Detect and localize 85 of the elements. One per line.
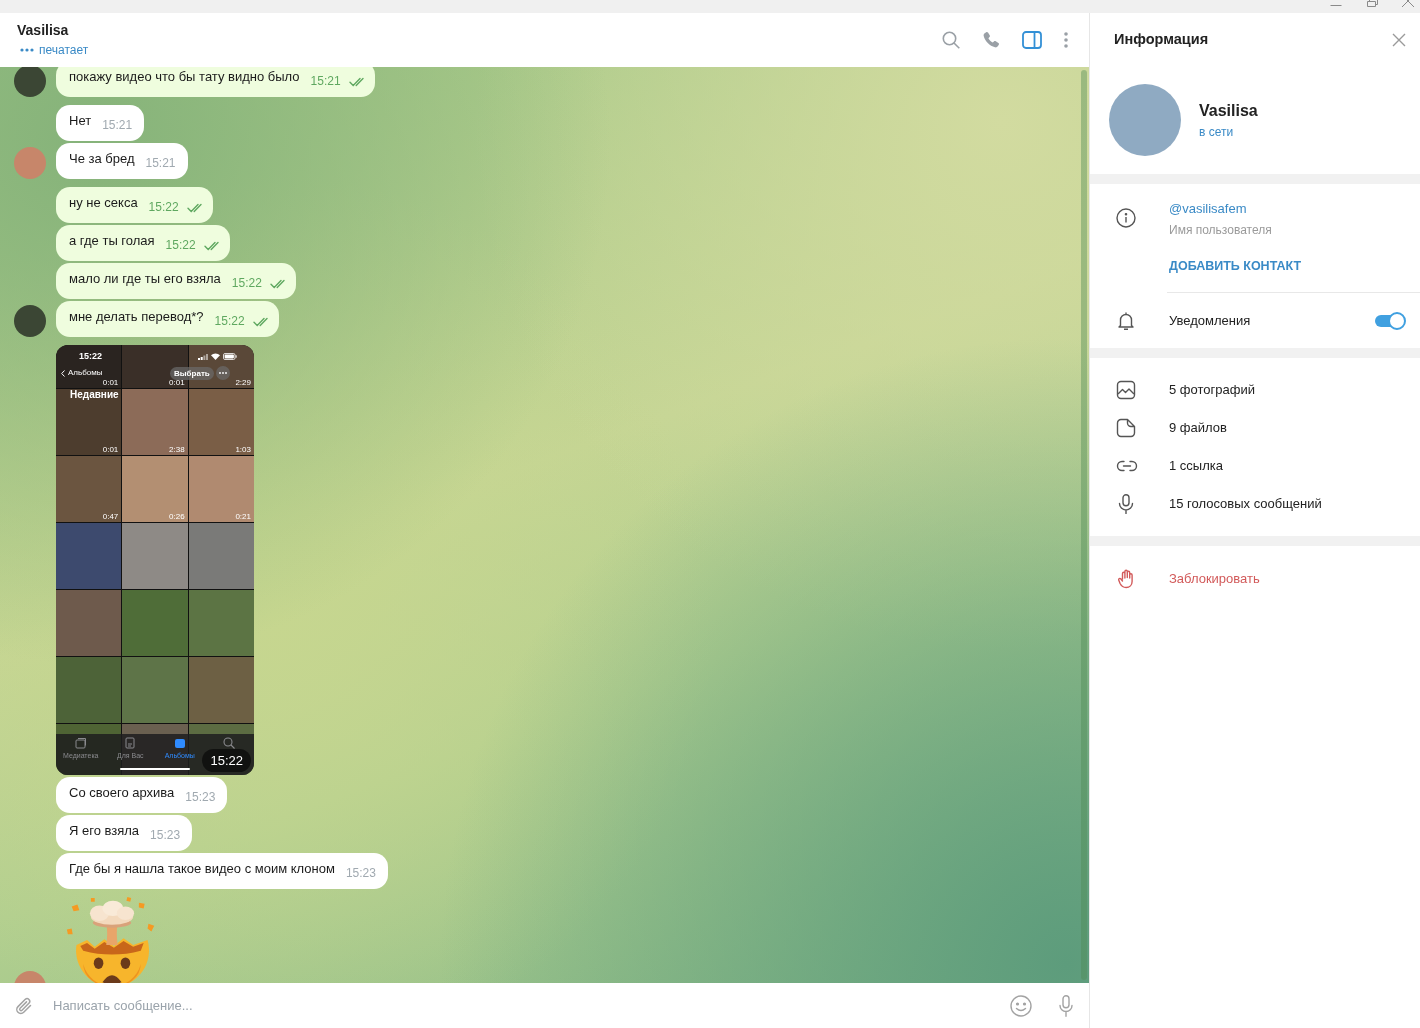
- video-duration: 2:29: [235, 379, 251, 387]
- photo-placeholder: [56, 523, 122, 589]
- video-duration: 0:26: [169, 513, 185, 521]
- shared-media-item[interactable]: 9 файлов: [1090, 409, 1420, 447]
- panel-title: Информация: [1114, 30, 1209, 50]
- typing-dots-icon: [20, 48, 34, 52]
- signal-icon: [198, 354, 208, 360]
- back-link: Альбомы: [68, 368, 103, 378]
- shared-media-item[interactable]: 5 фотографий: [1090, 371, 1420, 409]
- message-input[interactable]: Написать сообщение...: [53, 990, 1010, 1021]
- restore-icon[interactable]: [1366, 0, 1378, 7]
- file-icon: [1116, 418, 1136, 438]
- username-caption: Имя пользователя: [1169, 222, 1272, 239]
- avatar[interactable]: [14, 305, 46, 337]
- photo-placeholder: [122, 590, 188, 656]
- photo-placeholder: [122, 523, 188, 589]
- video-duration: 0:01: [169, 379, 185, 387]
- home-indicator: [120, 768, 190, 770]
- side-panel-icon[interactable]: [1022, 31, 1042, 49]
- video-duration: 0:01: [102, 379, 119, 387]
- phone-clock: 15:22: [79, 351, 103, 361]
- message-text: мне делать перевод*?: [69, 308, 204, 326]
- battery-icon: [223, 353, 237, 360]
- message-text: Со своего архива: [69, 784, 175, 802]
- photo-placeholder: [188, 590, 254, 656]
- scrollbar[interactable]: [1081, 70, 1087, 980]
- message-time: 15:21: [145, 155, 176, 171]
- block-button[interactable]: Заблокировать: [1090, 560, 1420, 598]
- close-icon[interactable]: [1392, 33, 1406, 47]
- emoji-icon[interactable]: [1010, 994, 1032, 1017]
- message-time: 15:22: [214, 313, 245, 329]
- more-icon: [216, 366, 230, 380]
- message-time: 15:22: [202, 749, 251, 772]
- image-icon: [1116, 380, 1136, 400]
- microphone-icon: [1116, 494, 1136, 514]
- message-time: 15:22: [148, 199, 179, 215]
- more-icon[interactable]: [1064, 32, 1068, 48]
- video-duration: 0:47: [102, 513, 119, 521]
- wifi-icon: [211, 353, 220, 360]
- message-text: Че за бред: [69, 150, 135, 168]
- video-duration: 0:21: [235, 513, 251, 521]
- select-button: Выбрать: [170, 367, 214, 380]
- message-time: 15:23: [150, 827, 181, 843]
- paperclip-icon[interactable]: [14, 995, 34, 1016]
- photo-placeholder: [122, 657, 188, 723]
- phone-icon[interactable]: [982, 31, 1000, 49]
- album-title: Недавние: [70, 389, 119, 401]
- photo-placeholder: [56, 657, 122, 723]
- contact-name: Vasilisa: [17, 21, 70, 40]
- username-link[interactable]: @vasilisafem: [1169, 199, 1247, 219]
- shared-media-item[interactable]: 15 голосовых сообщений: [1090, 485, 1420, 523]
- message-text: ну не секса: [69, 194, 138, 212]
- chevron-left-icon: [61, 369, 65, 377]
- message-time: 15:21: [102, 117, 133, 133]
- typing-status: печатает: [39, 42, 89, 58]
- profile-name: Vasilisa: [1199, 101, 1258, 121]
- message-text: Где бы я нашла такое видео с моим клоном: [69, 860, 335, 878]
- message-time: 15:21: [310, 73, 341, 89]
- microphone-icon[interactable]: [1059, 994, 1073, 1017]
- video-duration: 0:01: [102, 446, 119, 454]
- message-time: 15:23: [345, 865, 376, 881]
- search-icon[interactable]: [942, 31, 960, 49]
- message-text: покажу видео что бы тату видно было: [69, 68, 300, 86]
- info-icon: [1116, 208, 1136, 228]
- notifications-toggle[interactable]: [1375, 311, 1406, 330]
- online-status: в сети: [1199, 124, 1234, 140]
- message-time: 15:22: [165, 237, 196, 253]
- message-time: 15:23: [185, 789, 216, 805]
- add-contact-button[interactable]: ДОБАВИТЬ КОНТАКТ: [1169, 256, 1302, 276]
- video-duration: 1:03: [235, 446, 251, 454]
- hand-icon: [1116, 569, 1136, 589]
- notifications-label: Уведомления: [1169, 311, 1252, 330]
- photo-placeholder: [188, 657, 254, 723]
- message-time: 15:22: [231, 275, 262, 291]
- message-text: Я его взяла: [69, 822, 140, 840]
- photo-placeholder: [56, 590, 122, 656]
- shared-media-item[interactable]: 1 ссылка: [1090, 447, 1420, 485]
- avatar[interactable]: [14, 67, 46, 97]
- photo-placeholder: [188, 523, 254, 589]
- message-text: а где ты голая: [69, 232, 155, 250]
- message-text: мало ли где ты его взяла: [69, 270, 221, 288]
- video-duration: 2:38: [169, 446, 185, 454]
- bell-icon: [1116, 310, 1136, 331]
- close-icon[interactable]: [1402, 0, 1414, 7]
- message-text: Нет: [69, 112, 92, 130]
